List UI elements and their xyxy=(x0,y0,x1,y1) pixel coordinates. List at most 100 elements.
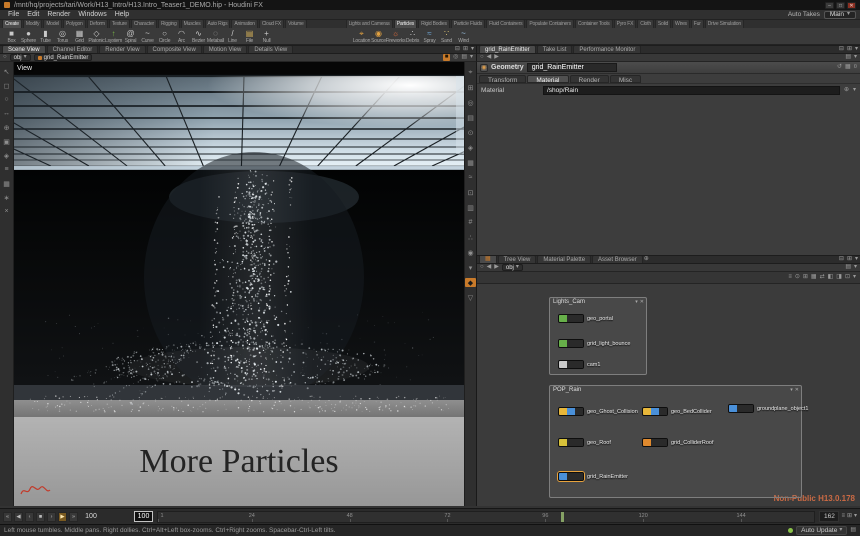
shelf-tab-fluid-containers[interactable]: Fluid Containers xyxy=(486,20,525,28)
pane-tab-network-editor[interactable]: ▦ xyxy=(479,255,497,264)
shelf-tab-container-tools[interactable]: Container Tools xyxy=(575,20,613,28)
split-vertical-icon[interactable]: ⊞ xyxy=(847,256,852,263)
network-options-icon[interactable]: ▾ xyxy=(853,274,856,281)
network-canvas[interactable]: Non-Public H13.0.178 Lights_Cam▾✕geo_por… xyxy=(477,284,860,506)
shelf-tab-character[interactable]: Character xyxy=(131,20,157,28)
minimize-button[interactable]: – xyxy=(825,2,834,9)
pane-menu-icon[interactable]: ▾ xyxy=(471,46,474,53)
split-horizontal-icon[interactable]: ⊟ xyxy=(839,46,844,53)
param-field-material[interactable]: /shop/Rain xyxy=(543,86,840,95)
pane-tab-motion-view[interactable]: Motion View xyxy=(203,45,248,54)
split-horizontal-icon[interactable]: ⊟ xyxy=(455,46,460,53)
network-node-cam1[interactable]: cam1 xyxy=(558,360,600,369)
camera-view-icon[interactable]: ◎ xyxy=(465,98,476,107)
list-mode-icon[interactable]: ▤ xyxy=(845,54,851,61)
viewport-menu-icon[interactable]: ▾ xyxy=(470,54,473,61)
pane-tab-render-view[interactable]: Render View xyxy=(99,45,145,54)
display-normals-icon[interactable]: ◈ xyxy=(465,143,476,152)
shelf-tab-drive-simulation[interactable]: Drive Simulation xyxy=(705,20,744,28)
shelf-tool-fireworks[interactable]: ☼Fireworks xyxy=(387,29,404,43)
network-box-lights-cam[interactable]: Lights_Cam▾✕geo_portalgrid_light_bouncec… xyxy=(549,297,647,375)
split-vertical-icon[interactable]: ⊞ xyxy=(463,46,468,53)
shelf-tab-pyro-fx[interactable]: Pyro FX xyxy=(614,20,637,28)
network-node-grid-light-bounce[interactable]: grid_light_bounce xyxy=(558,339,630,348)
playback-options-icon[interactable]: ≡ xyxy=(841,513,845,520)
timeline-menu-icon[interactable]: ▾ xyxy=(854,513,857,520)
shelf-tab-animation[interactable]: Animation xyxy=(231,20,257,28)
shelf-tool-debris[interactable]: ∴Debris xyxy=(404,29,421,43)
new-tab-icon[interactable]: ⊕ xyxy=(644,256,649,263)
pane-tab-material-palette[interactable]: Material Palette xyxy=(537,255,591,264)
keyframe-options-icon[interactable]: ⊞ xyxy=(847,513,852,520)
network-node-geo-ghost-collision[interactable]: geo_Ghost_Collision xyxy=(558,407,638,416)
shelf-tool-location[interactable]: ⌖Location xyxy=(353,29,370,43)
go-end-button[interactable]: » xyxy=(69,512,78,522)
pane-menu-icon[interactable]: ▾ xyxy=(855,46,858,53)
network-node-geo-bedcollider[interactable]: geo_BedCollider xyxy=(642,407,712,416)
shelf-tab-auto-rigs[interactable]: Auto Rigs xyxy=(205,20,231,28)
display-groups-icon[interactable]: # xyxy=(465,218,476,227)
update-mode-selector[interactable]: Auto Update ▾ xyxy=(796,526,847,535)
pane-tab-details-view[interactable]: Details View xyxy=(248,45,293,54)
param-tab-material[interactable]: Material xyxy=(527,75,568,83)
maximize-button[interactable]: □ xyxy=(836,2,845,9)
snap-grid-icon[interactable]: ▦ xyxy=(0,179,13,188)
shape-palette-icon[interactable]: ◨ xyxy=(836,274,842,281)
box-select-icon[interactable]: ◻ xyxy=(0,81,13,90)
split-vertical-icon[interactable]: ⊞ xyxy=(847,46,852,53)
current-frame-marker[interactable] xyxy=(561,512,564,522)
close-button[interactable]: ✕ xyxy=(847,2,856,9)
play-reverse-button[interactable]: ◀ xyxy=(14,512,23,522)
shelf-tool-source[interactable]: ◉Source xyxy=(370,29,387,43)
pane-tab-tree-view[interactable]: Tree View xyxy=(498,255,537,264)
pose-tool-icon[interactable]: ◈ xyxy=(0,151,13,160)
pin-icon[interactable]: ○ xyxy=(480,264,484,271)
shelf-tab-particle-fluids[interactable]: Particle Fluids xyxy=(451,20,485,28)
network-menu-icon[interactable]: ≡ xyxy=(788,274,792,281)
shelf-tool-metaball[interactable]: ◌Metaball xyxy=(207,29,224,43)
shelf-tool-box[interactable]: ■Box xyxy=(3,29,20,43)
box-close-icon[interactable]: ✕ xyxy=(640,299,644,305)
pane-menu-icon[interactable]: ▾ xyxy=(855,256,858,263)
path-node-chip[interactable]: grid_RainEmitter xyxy=(34,54,93,61)
display-option-active-icon[interactable]: ◆ xyxy=(465,278,476,287)
display-shaded-icon[interactable]: ▤ xyxy=(465,113,476,122)
gear-icon[interactable]: ¤ xyxy=(854,64,857,71)
stop-button[interactable]: ■ xyxy=(36,512,45,522)
misc-tool-icon[interactable]: × xyxy=(0,207,13,216)
layout-nodes-icon[interactable]: ⇄ xyxy=(820,274,825,281)
display-particles-icon[interactable]: ∴ xyxy=(465,233,476,242)
view-home-icon[interactable]: ⌖ xyxy=(465,68,476,77)
network-node-geo-roof[interactable]: geo_Roof xyxy=(558,438,611,447)
menu-edit[interactable]: Edit xyxy=(23,11,43,18)
network-node-geo-portal[interactable]: geo_portal xyxy=(558,314,613,323)
path-context-chip[interactable]: obj ▾ xyxy=(10,54,31,61)
scale-tool-icon[interactable]: ▣ xyxy=(0,137,13,146)
play-button[interactable]: ▶ xyxy=(58,512,67,522)
pane-tab-channel-editor[interactable]: Channel Editor xyxy=(47,45,99,54)
param-tab-misc[interactable]: Misc xyxy=(610,75,641,83)
lasso-select-icon[interactable]: ○ xyxy=(0,95,13,104)
shelf-tool-arc[interactable]: ◠Arc xyxy=(173,29,190,43)
shelf-tool-spray[interactable]: ≈Spray xyxy=(421,29,438,43)
forward-icon[interactable]: ▶ xyxy=(494,264,499,271)
network-box-pop-rain[interactable]: POP_Rain▾✕geo_Ghost_Collisiongeo_BedColl… xyxy=(549,385,802,498)
pane-tab-grid-rainemitter[interactable]: grid_RainEmitter xyxy=(479,45,536,54)
shelf-tab-volume[interactable]: Volume xyxy=(285,20,306,28)
display-misc-icon[interactable]: ▽ xyxy=(465,293,476,302)
shelf-tab-lights-and-cameras[interactable]: Lights and Cameras xyxy=(346,20,393,28)
path-menu-icon[interactable]: ▾ xyxy=(854,264,857,271)
network-path-chip[interactable]: obj ▾ xyxy=(502,264,523,271)
param-menu-icon[interactable]: ▾ xyxy=(853,87,856,94)
display-wire-icon[interactable]: ⊙ xyxy=(465,128,476,137)
add-node-icon[interactable]: ⊞ xyxy=(803,274,808,281)
menu-file[interactable]: File xyxy=(4,11,23,18)
param-tab-transform[interactable]: Transform xyxy=(479,75,526,83)
shelf-tool-platonic[interactable]: ◇Platonic xyxy=(88,29,105,43)
shelf-tab-rigging[interactable]: Rigging xyxy=(158,20,180,28)
scene-viewport[interactable]: View xyxy=(14,62,464,506)
display-grid-icon[interactable]: ▦ xyxy=(465,158,476,167)
spreadsheet-icon[interactable]: ▦ xyxy=(845,64,851,71)
display-template-icon[interactable]: ▥ xyxy=(465,203,476,212)
network-node-grid-rainemitter[interactable]: grid_RainEmitter xyxy=(558,472,628,481)
